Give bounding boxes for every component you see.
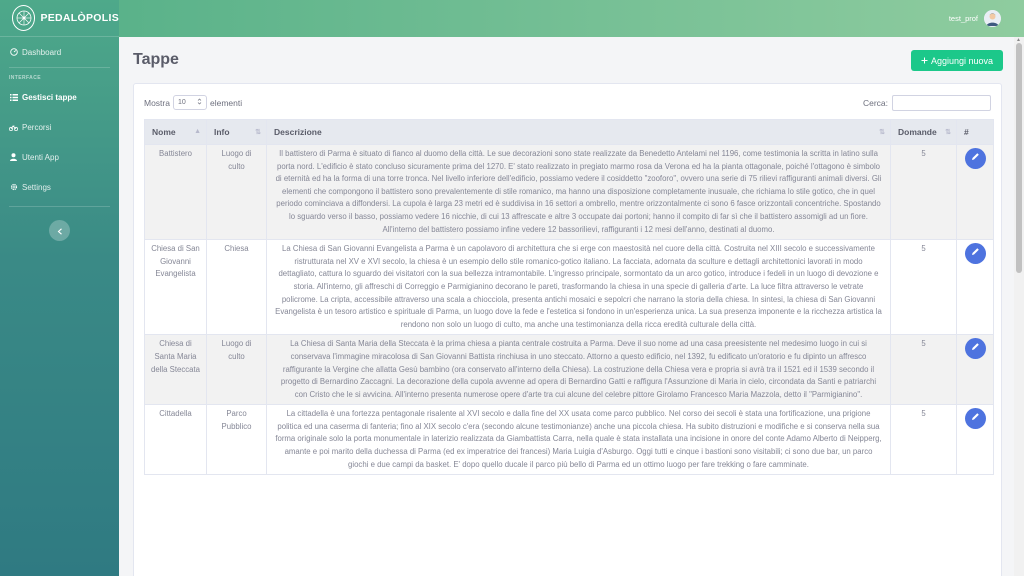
brand[interactable]: PEDALÒPOLIS — [0, 0, 119, 37]
sidebar-item-label: Settings — [22, 182, 51, 192]
column-header-info[interactable]: Info ⇅ — [206, 119, 267, 145]
cell-actions — [956, 334, 994, 406]
table-row: Cittadella Parco Pubblico La cittadella … — [144, 404, 994, 476]
cell-info: Parco Pubblico — [206, 404, 267, 476]
cell-descrizione: La Chiesa di San Giovanni Evangelista a … — [266, 239, 891, 336]
sort-icon: ⇅ — [255, 129, 261, 136]
column-header-descrizione[interactable]: Descrizione ⇅ — [266, 119, 891, 145]
plus-icon — [921, 56, 928, 66]
table-row: Chiesa di Santa Maria della Steccata Luo… — [144, 334, 994, 406]
brand-name: PEDALÒPOLIS — [40, 12, 119, 24]
sidebar-item-label: Gestisci tappe — [22, 92, 77, 102]
edit-button[interactable] — [964, 408, 986, 430]
sidebar-item-label: Percorsi — [22, 122, 52, 132]
sort-asc-icon: ▲ — [194, 128, 201, 135]
edit-button[interactable] — [964, 338, 986, 360]
page-scrollbar[interactable]: ▲ — [1014, 37, 1024, 576]
entries-label: elementi — [209, 97, 243, 108]
cell-actions — [956, 143, 994, 241]
topbar: test_prof — [119, 0, 1024, 37]
column-header-domande[interactable]: Domande ⇅ — [890, 119, 957, 145]
username[interactable]: test_prof — [949, 14, 978, 23]
cell-nome: Chiesa di Santa Maria della Steccata — [144, 334, 207, 406]
sidebar-item-dashboard[interactable]: Dashboard — [0, 37, 119, 67]
cell-descrizione: La Chiesa di Santa Maria della Steccata … — [266, 334, 891, 406]
cell-descrizione: Il battistero di Parma è situato di fian… — [266, 143, 891, 241]
cell-nome: Battistero — [144, 143, 207, 241]
tappe-table: Nome ▲ Info ⇅ Descrizione ⇅ Domande ⇅ # Batt… — [144, 119, 994, 476]
edit-button[interactable] — [964, 243, 986, 265]
show-label: Mostra — [144, 97, 170, 108]
bicycle-icon — [9, 123, 18, 132]
chevron-left-icon — [57, 222, 63, 240]
sidebar-item-label: Dashboard — [22, 47, 62, 57]
main-content: Tappe Aggiungi nuova Mostra 10 elementi … — [119, 37, 1024, 576]
sort-arrows-icon — [197, 98, 202, 107]
pencil-icon — [971, 342, 980, 356]
table-row: Chiesa di San Giovanni Evangelista Chies… — [144, 239, 994, 336]
bicycle-wheel-logo-icon — [12, 5, 36, 31]
sidebar: PEDALÒPOLIS Dashboard INTERFACE Gestisci… — [0, 0, 119, 576]
gear-icon — [9, 183, 18, 192]
sidebar-toggle-button[interactable] — [49, 220, 70, 241]
pencil-icon — [971, 152, 980, 166]
avatar[interactable] — [984, 10, 1001, 27]
column-header-nome[interactable]: Nome ▲ — [144, 119, 207, 145]
search-input[interactable] — [892, 95, 991, 111]
sidebar-item-label: Utenti App — [22, 152, 59, 162]
cell-descrizione: La cittadella è una fortezza pentagonale… — [266, 404, 891, 476]
cell-domande: 5 — [890, 404, 957, 476]
page-size-control: Mostra 10 elementi — [144, 95, 242, 110]
page-title: Tappe — [133, 51, 179, 68]
sidebar-item-settings[interactable]: Settings — [0, 172, 119, 202]
cell-info: Chiesa — [206, 239, 267, 336]
page-size-value: 10 — [177, 99, 186, 106]
search-control: Cerca: — [863, 95, 991, 111]
pencil-icon — [971, 247, 980, 261]
cell-actions — [956, 239, 994, 336]
sidebar-heading: INTERFACE — [9, 75, 41, 81]
cell-actions — [956, 404, 994, 476]
cell-info: Luogo di culto — [206, 334, 267, 406]
scrollbar-thumb[interactable] — [1016, 43, 1022, 273]
search-label: Cerca: — [862, 98, 888, 108]
cell-info: Luogo di culto — [206, 143, 267, 241]
sidebar-item-percorsi[interactable]: Percorsi — [0, 112, 119, 142]
table-card: Mostra 10 elementi Cerca: Nome ▲ Info ⇅ De — [133, 83, 1002, 576]
sort-icon: ⇅ — [879, 129, 885, 136]
sort-icon: ⇅ — [945, 129, 951, 136]
cell-nome: Cittadella — [144, 404, 207, 476]
page-size-select[interactable]: 10 — [172, 95, 207, 110]
sidebar-item-utenti-app[interactable]: Utenti App — [0, 142, 119, 172]
cell-domande: 5 — [890, 334, 957, 406]
cell-domande: 5 — [890, 239, 957, 336]
edit-button[interactable] — [964, 148, 986, 169]
cell-domande: 5 — [890, 143, 957, 241]
table-row: Battistero Luogo di culto Il battistero … — [144, 143, 994, 241]
pencil-icon — [971, 412, 980, 426]
add-new-button[interactable]: Aggiungi nuova — [911, 50, 1003, 71]
dashboard-icon — [9, 48, 18, 57]
user-icon — [9, 153, 18, 162]
list-icon — [9, 93, 18, 102]
cell-nome: Chiesa di San Giovanni Evangelista — [144, 239, 207, 336]
add-new-label: Aggiungi nuova — [930, 55, 994, 66]
sidebar-divider — [9, 206, 110, 207]
sidebar-item-gestisci-tappe[interactable]: Gestisci tappe — [0, 82, 119, 112]
column-header-actions: # — [956, 119, 994, 145]
